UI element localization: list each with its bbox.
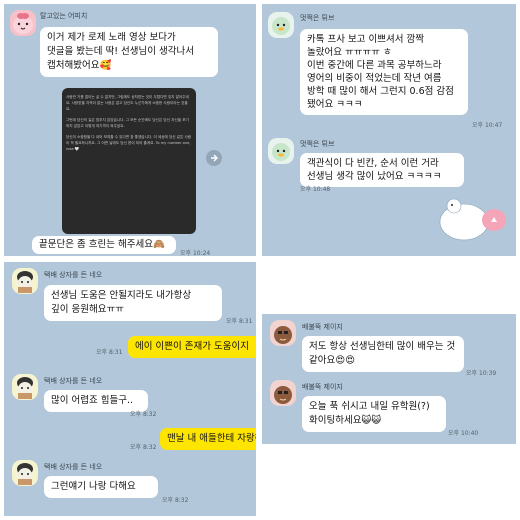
jay-g-avatar[interactable] — [270, 320, 296, 346]
neo-avatar[interactable] — [12, 268, 38, 294]
message-bubble[interactable]: 저도 항상 선생님한테 많이 배우는 것 같아요😍😍 — [302, 336, 464, 372]
neo-avatar[interactable] — [12, 374, 38, 400]
message-bubble[interactable]: 선생님 도움은 안될지라도 내가항상 깊이 응원해요ㅠㅠ — [44, 285, 222, 321]
timestamp: 오후 8:32 — [130, 411, 157, 418]
image-text-3: 당신이 소중함을 다 내어 보여줄 수 있다면 참 좋겠습니다. 이 세상에 당… — [66, 135, 192, 151]
sender-name: 배불뚝 제이지 — [302, 323, 343, 331]
timestamp: 오후 8:31 — [96, 349, 123, 356]
image-text-2: 그런데 당신의 길은 멈추지 않았습니다. 그 모든 순간에도 당신은 당신 자… — [66, 118, 189, 128]
timestamp: 오후 8:32 — [130, 444, 157, 451]
image-message[interactable]: 사랑만 거품 없이는 살 수 없지만, 그럼에도 상처받는 것이 두렵다면 잊지… — [62, 88, 196, 234]
chat-panel-apeach: 탈고있는 어피치 이거 제가 로제 노래 영상 보다가 댓글을 봤는데 딱! 선… — [4, 4, 256, 256]
neo-avatar[interactable] — [12, 460, 38, 486]
sender-name: 배불뚝 제이지 — [302, 383, 343, 391]
apeach-avatar[interactable] — [10, 10, 36, 36]
sender-name: 멋쩍은 튀브 — [300, 14, 335, 22]
message-bubble[interactable]: 그런얘기 나랑 다해요 — [44, 476, 158, 498]
timestamp: 오후 10:24 — [180, 250, 211, 256]
sticker-image[interactable] — [430, 190, 510, 248]
image-text-1: 사랑만 거품 없이는 살 수 없지만, 그럼에도 상처받는 것이 두렵다면 잊지… — [66, 95, 189, 111]
timestamp: 오후 10:40 — [448, 430, 479, 437]
message-bubble[interactable]: 이거 제가 로제 노래 영상 보다가 댓글을 봤는데 딱! 선생님이 생각나서 … — [40, 27, 218, 77]
sender-name: 택배 상자를 든 네오 — [44, 463, 103, 471]
share-icon[interactable] — [206, 150, 222, 166]
my-message-bubble[interactable]: 에이 이쁜이 존재가 도움이지 — [128, 336, 256, 358]
message-bubble[interactable]: 오늘 푹 쉬시고 내일 유학원(?) 화이팅하세요😺😺 — [302, 396, 446, 432]
jay-g-avatar[interactable] — [270, 380, 296, 406]
sender-name: 택배 상자를 든 네오 — [44, 271, 103, 279]
chat-panel-tube: 멋쩍은 튀브 카톡 프사 보고 이쁘셔서 깜짝 놀랐어요 ㅠㅠㅠㅠ ㅎ 이번 중… — [262, 4, 516, 256]
chat-panel-jay-g: 배불뚝 제이지 저도 항상 선생님한테 많이 배우는 것 같아요😍😍 오후 10… — [262, 314, 516, 444]
tube-avatar[interactable] — [268, 12, 294, 38]
message-bubble[interactable]: 객관식이 다 빈칸, 순서 이런 거라 선생님 생각 많이 났어요 ㅋㅋㅋㅋ — [300, 153, 464, 187]
tube-avatar[interactable] — [268, 138, 294, 164]
message-bubble[interactable]: 끝문단은 좀 흐린는 해주세요🙈 — [32, 236, 176, 254]
sender-name: 택배 상자를 든 네오 — [44, 377, 103, 385]
message-bubble[interactable]: 카톡 프사 보고 이쁘셔서 깜짝 놀랐어요 ㅠㅠㅠㅠ ㅎ 이번 중간에 다른 과… — [300, 29, 468, 115]
my-message-bubble[interactable]: 맨날 내 애들한테 자랑해 — [160, 428, 256, 450]
sender-name: 멋쩍은 튀브 — [300, 140, 335, 148]
timestamp: 오후 10:47 — [472, 122, 503, 129]
sender-name: 탈고있는 어피치 — [40, 12, 88, 20]
timestamp: 오후 8:32 — [162, 497, 189, 504]
timestamp: 오후 10:39 — [466, 370, 497, 377]
timestamp: 오후 10:48 — [300, 186, 331, 193]
timestamp: 오후 8:31 — [226, 318, 253, 325]
chat-panel-neo: 택배 상자를 든 네오 선생님 도움은 안될지라도 내가항상 깊이 응원해요ㅠㅠ… — [4, 262, 256, 516]
